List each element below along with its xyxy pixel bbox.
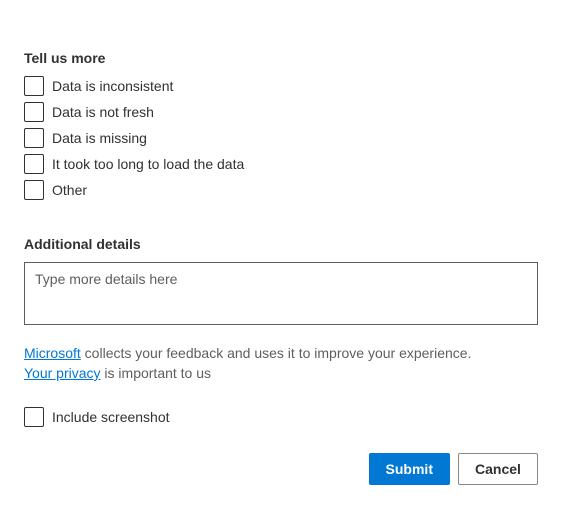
include-screenshot-checkbox[interactable]: Include screenshot: [24, 407, 538, 427]
feedback-panel: Tell us more Data is inconsistent Data i…: [0, 0, 562, 509]
cancel-button[interactable]: Cancel: [458, 453, 538, 485]
checkbox-icon: [24, 76, 44, 96]
include-screenshot-label: Include screenshot: [52, 409, 170, 425]
option-label: It took too long to load the data: [52, 156, 244, 172]
checkbox-icon: [24, 407, 44, 427]
option-data-missing[interactable]: Data is missing: [24, 128, 538, 148]
option-data-inconsistent[interactable]: Data is inconsistent: [24, 76, 538, 96]
checkbox-icon: [24, 180, 44, 200]
option-data-not-fresh[interactable]: Data is not fresh: [24, 102, 538, 122]
privacy-important-text: is important to us: [101, 365, 212, 381]
option-label: Other: [52, 182, 87, 198]
checkbox-icon: [24, 102, 44, 122]
additional-details-label: Additional details: [24, 236, 538, 252]
privacy-statement: Microsoft collects your feedback and use…: [24, 343, 538, 383]
footer: Submit Cancel: [24, 433, 538, 485]
option-too-long-load[interactable]: It took too long to load the data: [24, 154, 538, 174]
option-label: Data is inconsistent: [52, 78, 173, 94]
tell-us-more-label: Tell us more: [24, 50, 538, 66]
additional-details-input[interactable]: [24, 262, 538, 325]
microsoft-link[interactable]: Microsoft: [24, 345, 81, 361]
option-other[interactable]: Other: [24, 180, 538, 200]
option-label: Data is missing: [52, 130, 147, 146]
option-label: Data is not fresh: [52, 104, 154, 120]
your-privacy-link[interactable]: Your privacy: [24, 365, 101, 381]
privacy-collects-text: collects your feedback and uses it to im…: [81, 345, 472, 361]
checkbox-icon: [24, 154, 44, 174]
checkbox-icon: [24, 128, 44, 148]
submit-button[interactable]: Submit: [369, 453, 450, 485]
